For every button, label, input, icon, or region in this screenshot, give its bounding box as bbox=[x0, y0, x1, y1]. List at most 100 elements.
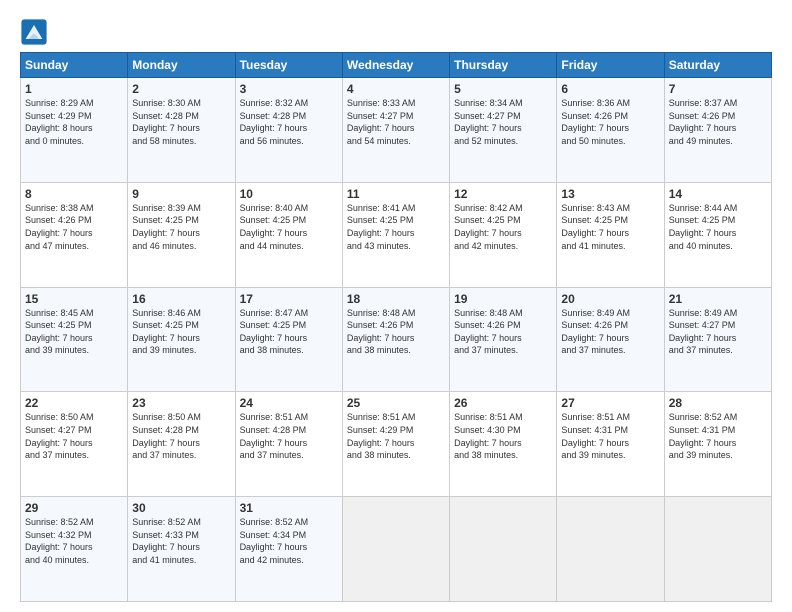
calendar-cell: 6 Sunrise: 8:36 AMSunset: 4:26 PMDayligh… bbox=[557, 78, 664, 183]
day-info: Sunrise: 8:44 AMSunset: 4:25 PMDaylight:… bbox=[669, 202, 767, 252]
day-number: 10 bbox=[240, 187, 338, 201]
calendar-cell: 12 Sunrise: 8:42 AMSunset: 4:25 PMDaylig… bbox=[450, 182, 557, 287]
day-info: Sunrise: 8:41 AMSunset: 4:25 PMDaylight:… bbox=[347, 202, 445, 252]
calendar-cell: 26 Sunrise: 8:51 AMSunset: 4:30 PMDaylig… bbox=[450, 392, 557, 497]
day-number: 26 bbox=[454, 396, 552, 410]
day-number: 31 bbox=[240, 501, 338, 515]
calendar-cell bbox=[450, 497, 557, 602]
calendar-cell: 4 Sunrise: 8:33 AMSunset: 4:27 PMDayligh… bbox=[342, 78, 449, 183]
day-header-monday: Monday bbox=[128, 53, 235, 78]
day-header-friday: Friday bbox=[557, 53, 664, 78]
logo-icon bbox=[20, 18, 48, 46]
calendar-cell: 10 Sunrise: 8:40 AMSunset: 4:25 PMDaylig… bbox=[235, 182, 342, 287]
week-row-4: 22 Sunrise: 8:50 AMSunset: 4:27 PMDaylig… bbox=[21, 392, 772, 497]
calendar-cell: 8 Sunrise: 8:38 AMSunset: 4:26 PMDayligh… bbox=[21, 182, 128, 287]
week-row-2: 8 Sunrise: 8:38 AMSunset: 4:26 PMDayligh… bbox=[21, 182, 772, 287]
day-info: Sunrise: 8:45 AMSunset: 4:25 PMDaylight:… bbox=[25, 307, 123, 357]
calendar-cell: 22 Sunrise: 8:50 AMSunset: 4:27 PMDaylig… bbox=[21, 392, 128, 497]
week-row-5: 29 Sunrise: 8:52 AMSunset: 4:32 PMDaylig… bbox=[21, 497, 772, 602]
calendar-cell: 3 Sunrise: 8:32 AMSunset: 4:28 PMDayligh… bbox=[235, 78, 342, 183]
day-number: 27 bbox=[561, 396, 659, 410]
calendar-cell: 31 Sunrise: 8:52 AMSunset: 4:34 PMDaylig… bbox=[235, 497, 342, 602]
day-info: Sunrise: 8:48 AMSunset: 4:26 PMDaylight:… bbox=[454, 307, 552, 357]
day-number: 23 bbox=[132, 396, 230, 410]
calendar-cell: 24 Sunrise: 8:51 AMSunset: 4:28 PMDaylig… bbox=[235, 392, 342, 497]
calendar-cell: 28 Sunrise: 8:52 AMSunset: 4:31 PMDaylig… bbox=[664, 392, 771, 497]
day-number: 7 bbox=[669, 82, 767, 96]
day-info: Sunrise: 8:38 AMSunset: 4:26 PMDaylight:… bbox=[25, 202, 123, 252]
day-number: 30 bbox=[132, 501, 230, 515]
calendar-cell: 29 Sunrise: 8:52 AMSunset: 4:32 PMDaylig… bbox=[21, 497, 128, 602]
day-info: Sunrise: 8:51 AMSunset: 4:30 PMDaylight:… bbox=[454, 411, 552, 461]
day-header-thursday: Thursday bbox=[450, 53, 557, 78]
day-info: Sunrise: 8:50 AMSunset: 4:28 PMDaylight:… bbox=[132, 411, 230, 461]
day-number: 12 bbox=[454, 187, 552, 201]
day-info: Sunrise: 8:52 AMSunset: 4:33 PMDaylight:… bbox=[132, 516, 230, 566]
calendar-cell: 1 Sunrise: 8:29 AMSunset: 4:29 PMDayligh… bbox=[21, 78, 128, 183]
day-info: Sunrise: 8:37 AMSunset: 4:26 PMDaylight:… bbox=[669, 97, 767, 147]
calendar-cell: 19 Sunrise: 8:48 AMSunset: 4:26 PMDaylig… bbox=[450, 287, 557, 392]
day-number: 17 bbox=[240, 292, 338, 306]
calendar-cell: 7 Sunrise: 8:37 AMSunset: 4:26 PMDayligh… bbox=[664, 78, 771, 183]
day-number: 20 bbox=[561, 292, 659, 306]
logo bbox=[20, 18, 52, 46]
page: SundayMondayTuesdayWednesdayThursdayFrid… bbox=[0, 0, 792, 612]
calendar-cell: 15 Sunrise: 8:45 AMSunset: 4:25 PMDaylig… bbox=[21, 287, 128, 392]
day-info: Sunrise: 8:32 AMSunset: 4:28 PMDaylight:… bbox=[240, 97, 338, 147]
day-number: 29 bbox=[25, 501, 123, 515]
day-number: 28 bbox=[669, 396, 767, 410]
day-number: 1 bbox=[25, 82, 123, 96]
calendar-cell: 27 Sunrise: 8:51 AMSunset: 4:31 PMDaylig… bbox=[557, 392, 664, 497]
week-row-1: 1 Sunrise: 8:29 AMSunset: 4:29 PMDayligh… bbox=[21, 78, 772, 183]
day-info: Sunrise: 8:43 AMSunset: 4:25 PMDaylight:… bbox=[561, 202, 659, 252]
day-number: 13 bbox=[561, 187, 659, 201]
day-info: Sunrise: 8:52 AMSunset: 4:31 PMDaylight:… bbox=[669, 411, 767, 461]
day-info: Sunrise: 8:34 AMSunset: 4:27 PMDaylight:… bbox=[454, 97, 552, 147]
day-info: Sunrise: 8:36 AMSunset: 4:26 PMDaylight:… bbox=[561, 97, 659, 147]
day-info: Sunrise: 8:52 AMSunset: 4:34 PMDaylight:… bbox=[240, 516, 338, 566]
header-row: SundayMondayTuesdayWednesdayThursdayFrid… bbox=[21, 53, 772, 78]
day-info: Sunrise: 8:29 AMSunset: 4:29 PMDaylight:… bbox=[25, 97, 123, 147]
calendar-cell: 14 Sunrise: 8:44 AMSunset: 4:25 PMDaylig… bbox=[664, 182, 771, 287]
calendar-cell: 2 Sunrise: 8:30 AMSunset: 4:28 PMDayligh… bbox=[128, 78, 235, 183]
calendar-body: 1 Sunrise: 8:29 AMSunset: 4:29 PMDayligh… bbox=[21, 78, 772, 602]
day-info: Sunrise: 8:49 AMSunset: 4:26 PMDaylight:… bbox=[561, 307, 659, 357]
day-info: Sunrise: 8:39 AMSunset: 4:25 PMDaylight:… bbox=[132, 202, 230, 252]
day-number: 21 bbox=[669, 292, 767, 306]
calendar-cell: 18 Sunrise: 8:48 AMSunset: 4:26 PMDaylig… bbox=[342, 287, 449, 392]
day-info: Sunrise: 8:51 AMSunset: 4:31 PMDaylight:… bbox=[561, 411, 659, 461]
calendar-cell: 13 Sunrise: 8:43 AMSunset: 4:25 PMDaylig… bbox=[557, 182, 664, 287]
calendar-cell: 16 Sunrise: 8:46 AMSunset: 4:25 PMDaylig… bbox=[128, 287, 235, 392]
day-info: Sunrise: 8:51 AMSunset: 4:28 PMDaylight:… bbox=[240, 411, 338, 461]
day-number: 5 bbox=[454, 82, 552, 96]
calendar-cell: 11 Sunrise: 8:41 AMSunset: 4:25 PMDaylig… bbox=[342, 182, 449, 287]
day-number: 24 bbox=[240, 396, 338, 410]
day-info: Sunrise: 8:51 AMSunset: 4:29 PMDaylight:… bbox=[347, 411, 445, 461]
day-number: 4 bbox=[347, 82, 445, 96]
day-info: Sunrise: 8:50 AMSunset: 4:27 PMDaylight:… bbox=[25, 411, 123, 461]
calendar: SundayMondayTuesdayWednesdayThursdayFrid… bbox=[20, 52, 772, 602]
calendar-cell bbox=[342, 497, 449, 602]
calendar-cell: 17 Sunrise: 8:47 AMSunset: 4:25 PMDaylig… bbox=[235, 287, 342, 392]
day-info: Sunrise: 8:48 AMSunset: 4:26 PMDaylight:… bbox=[347, 307, 445, 357]
calendar-cell bbox=[557, 497, 664, 602]
day-number: 3 bbox=[240, 82, 338, 96]
day-number: 19 bbox=[454, 292, 552, 306]
week-row-3: 15 Sunrise: 8:45 AMSunset: 4:25 PMDaylig… bbox=[21, 287, 772, 392]
day-header-saturday: Saturday bbox=[664, 53, 771, 78]
calendar-cell bbox=[664, 497, 771, 602]
day-info: Sunrise: 8:40 AMSunset: 4:25 PMDaylight:… bbox=[240, 202, 338, 252]
header bbox=[20, 18, 772, 46]
calendar-cell: 25 Sunrise: 8:51 AMSunset: 4:29 PMDaylig… bbox=[342, 392, 449, 497]
calendar-header: SundayMondayTuesdayWednesdayThursdayFrid… bbox=[21, 53, 772, 78]
calendar-cell: 21 Sunrise: 8:49 AMSunset: 4:27 PMDaylig… bbox=[664, 287, 771, 392]
day-info: Sunrise: 8:49 AMSunset: 4:27 PMDaylight:… bbox=[669, 307, 767, 357]
day-header-sunday: Sunday bbox=[21, 53, 128, 78]
day-number: 2 bbox=[132, 82, 230, 96]
day-info: Sunrise: 8:46 AMSunset: 4:25 PMDaylight:… bbox=[132, 307, 230, 357]
day-info: Sunrise: 8:42 AMSunset: 4:25 PMDaylight:… bbox=[454, 202, 552, 252]
day-number: 25 bbox=[347, 396, 445, 410]
calendar-cell: 23 Sunrise: 8:50 AMSunset: 4:28 PMDaylig… bbox=[128, 392, 235, 497]
day-number: 8 bbox=[25, 187, 123, 201]
day-info: Sunrise: 8:47 AMSunset: 4:25 PMDaylight:… bbox=[240, 307, 338, 357]
